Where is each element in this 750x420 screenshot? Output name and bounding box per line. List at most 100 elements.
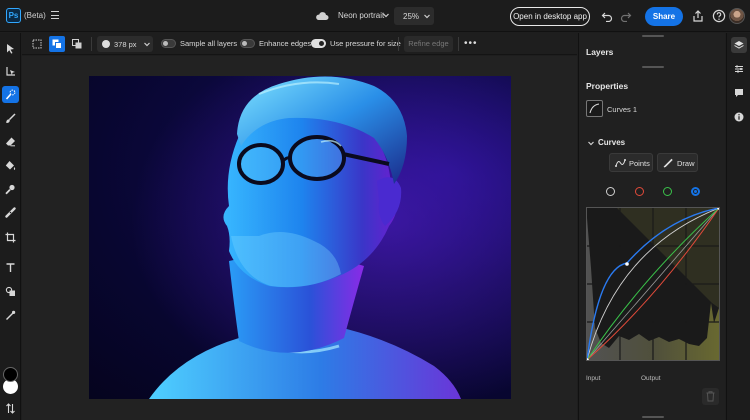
brush-tool[interactable] [2,110,19,127]
shape-tool-icon [5,286,15,296]
brush-size-value: 378 px [114,40,137,49]
hamburger-menu-icon[interactable] [51,11,59,20]
type-tool-icon [6,263,15,272]
enhance-edges-toggle[interactable] [240,39,255,48]
eyedropper-tool[interactable] [2,307,19,324]
user-avatar[interactable] [729,8,745,24]
neon-portrait-image [89,76,511,399]
curve-points-icon [615,159,626,167]
channel-blue-radio[interactable] [691,187,700,196]
points-mode-button[interactable]: Points [609,153,653,172]
input-label: Input [586,375,601,382]
beta-label: (Beta) [24,11,46,20]
channel-green-radio[interactable] [663,187,672,196]
subtract-from-selection-mode[interactable] [69,36,85,52]
info-icon [734,112,744,122]
zoom-dropdown[interactable]: 25% [394,7,434,25]
divider [458,37,459,51]
sample-all-layers-label: Sample all layers [180,39,238,48]
more-options-icon[interactable]: ••• [464,38,478,49]
zoom-value: 25% [403,12,420,21]
brush-tool-icon [6,113,16,123]
layers-panel-title[interactable]: Layers [586,47,613,57]
options-bar: 378 px Sample all layers Enhance edges U… [22,33,577,55]
swap-arrows-icon [6,403,15,414]
divider [398,37,399,51]
properties-panel: Layers Properties Curves 1 Curves Points… [578,33,725,420]
brush-size-dropdown[interactable]: 378 px [97,36,153,52]
divider [91,37,92,51]
add-selection-icon [52,39,62,49]
move-tool[interactable] [2,40,19,57]
draw-mode-button[interactable]: Draw [657,153,698,172]
delete-button[interactable] [702,388,719,405]
undo-icon[interactable] [601,10,613,22]
eraser-tool-icon [6,137,15,147]
layers-panel-button[interactable] [731,37,747,53]
panel-grab-handle[interactable] [642,66,664,68]
chevron-down-icon[interactable] [587,139,595,147]
top-bar: Ps (Beta) Neon portrait 25% Open in desk… [0,0,750,32]
use-pressure-toggle[interactable] [311,39,326,48]
redo-icon[interactable] [620,10,632,22]
right-rail [726,33,750,420]
shape-tool[interactable] [2,283,19,300]
open-in-desktop-app-button[interactable]: Open in desktop app [510,7,590,26]
points-label: Points [629,159,650,168]
use-pressure-label: Use pressure for size [330,39,401,48]
upload-icon[interactable] [691,9,705,23]
subtract-selection-icon [72,39,82,49]
sliders-icon [735,65,743,73]
photoshop-logo[interactable]: Ps [6,8,21,23]
move-tool-icon [7,44,14,54]
crop-tool[interactable] [2,229,19,246]
help-icon[interactable] [712,9,726,23]
add-to-selection-mode[interactable] [49,36,65,52]
panel-grab-handle[interactable] [642,35,664,37]
new-selection-icon [32,39,42,49]
curves-adjustment-icon [586,100,603,117]
paint-bucket-tool[interactable] [2,157,19,174]
panel-grab-handle[interactable] [642,416,664,418]
clone-stamp-tool[interactable] [2,181,19,198]
healing-brush-tool[interactable] [2,204,19,221]
chevron-down-icon[interactable] [382,11,390,19]
crop-tool-icon [5,232,16,243]
share-button[interactable]: Share [645,7,683,26]
cloud-icon [316,12,329,20]
new-selection-mode[interactable] [29,36,45,52]
sample-all-layers-toggle[interactable] [161,39,176,48]
eraser-tool[interactable] [2,133,19,150]
brush-dot-icon [102,40,110,48]
info-panel-button[interactable] [731,109,747,125]
swap-colors-tool[interactable] [2,400,19,417]
foreground-color-swatch[interactable] [3,367,18,382]
eyedropper-tool-icon [6,310,16,320]
adjustments-panel-button[interactable] [731,61,747,77]
enhance-edges-label: Enhance edges [259,39,312,48]
transform-tool-icon [6,67,15,76]
healing-brush-tool-icon [5,207,16,218]
trash-icon [706,391,715,402]
paint-bucket-tool-icon [5,161,16,170]
document-name[interactable]: Neon portrait [338,11,384,20]
channel-red-radio[interactable] [635,187,644,196]
adjustment-name: Curves 1 [607,105,638,114]
type-tool[interactable] [2,259,19,276]
document-image[interactable] [89,76,511,399]
channel-rgb-radio[interactable] [606,187,615,196]
transform-tool[interactable] [2,63,19,80]
quick-selection-tool[interactable] [2,86,19,103]
curves-graph[interactable] [585,206,721,362]
canvas-area[interactable] [22,56,577,420]
output-label: Output [641,375,661,382]
curves-section-title[interactable]: Curves [598,138,625,147]
refine-edge-button[interactable]: Refine edge [404,36,453,52]
clone-stamp-tool-icon [5,184,15,195]
comments-panel-button[interactable] [731,85,747,101]
properties-panel-title: Properties [586,81,629,91]
chevron-down-icon [424,14,430,19]
pencil-icon [663,158,673,168]
comment-icon [735,89,743,97]
curves-graph-plot [585,206,721,362]
